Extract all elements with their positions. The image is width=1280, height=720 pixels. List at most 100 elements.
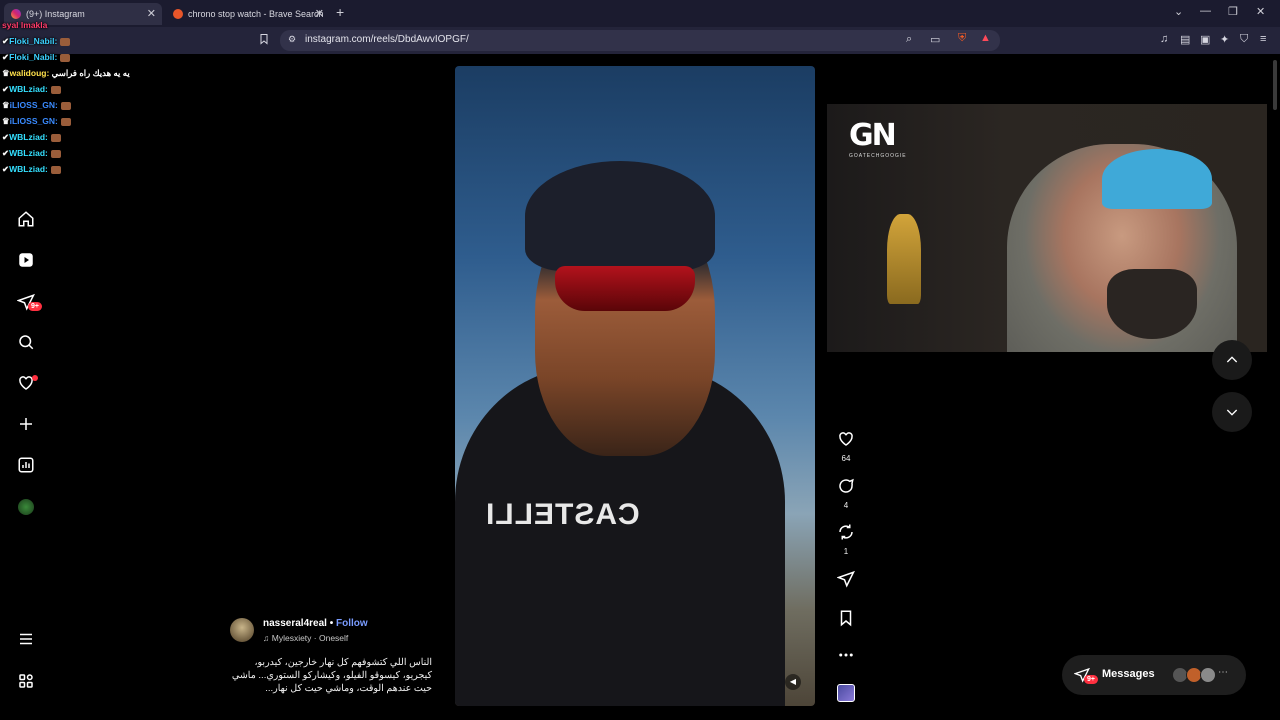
like-button[interactable]: 64: [836, 430, 856, 463]
tab-brave-search[interactable]: chrono stop watch - Brave Search ✕: [166, 3, 330, 25]
save-button[interactable]: [836, 609, 856, 632]
previous-reel-button[interactable]: [1212, 340, 1252, 380]
zoom-icon[interactable]: ⌕: [906, 33, 912, 46]
vpn-icon[interactable]: ⛉: [1240, 33, 1248, 46]
emote-icon: [50, 85, 61, 94]
streamer-beard: [1107, 269, 1197, 339]
tab-label: chrono stop watch - Brave Search: [188, 9, 324, 19]
emote-icon: [60, 53, 71, 62]
sidebar-toggle-icon[interactable]: ▤: [1180, 33, 1190, 46]
emote-icon: [50, 149, 61, 158]
home-icon[interactable]: [16, 209, 36, 229]
comment-count: 4: [843, 501, 849, 510]
brave-rewards-icon[interactable]: ▲: [980, 32, 991, 44]
tab-bar: (9+) Instagram ✕ chrono stop watch - Bra…: [0, 0, 1280, 27]
also-from-meta-icon[interactable]: [16, 671, 36, 691]
chat-line: ✔WBLziad:: [2, 164, 61, 175]
author-username-row: nasseral4real • Follow: [263, 618, 368, 629]
brave-shield-icon[interactable]: ⛨: [958, 32, 966, 45]
messages-button[interactable]: 9+ Messages ⋯: [1062, 655, 1246, 695]
caption-text: الناس اللي كتشوفهم كل نهار خارجين، كيدرب…: [231, 657, 432, 694]
repost-count: 1: [843, 547, 849, 556]
messages-badge: 9+: [1084, 675, 1098, 684]
brave-favicon-icon: [173, 9, 183, 19]
page-scrollbar[interactable]: [1272, 56, 1278, 716]
chevron-up-icon: [1226, 356, 1238, 363]
heart-icon: [839, 432, 853, 446]
tab-list-chevron-icon[interactable]: ⌄: [1174, 5, 1183, 18]
bookmark-icon[interactable]: [258, 33, 270, 48]
scrollbar-thumb[interactable]: [1273, 60, 1277, 110]
more-options-button[interactable]: [836, 646, 856, 669]
bookmark-icon: [840, 610, 852, 627]
emote-icon: [60, 117, 71, 126]
trophy-decoration: [887, 214, 921, 304]
volume-icon[interactable]: ◀: [785, 674, 801, 690]
more-contacts-icon: ⋯: [1218, 667, 1228, 678]
contact-avatar: [1200, 667, 1216, 683]
author-username[interactable]: nasseral4real: [263, 618, 327, 629]
audio-thumbnail[interactable]: [836, 684, 856, 707]
rider-helmet: [525, 161, 715, 271]
streamer-webcam: GN GOATECHGOOGIE: [827, 104, 1267, 352]
chat-line: ♛iLIOSS_GN:: [2, 100, 71, 111]
next-reel-button[interactable]: [1212, 392, 1252, 432]
search-icon[interactable]: [16, 332, 36, 352]
wallet-icon[interactable]: ▣: [1200, 33, 1210, 46]
dashboard-icon[interactable]: [16, 455, 36, 475]
like-count: 64: [841, 454, 851, 463]
notifications-badge: 9+: [28, 302, 42, 311]
browser-window: (9+) Instagram ✕ chrono stop watch - Bra…: [0, 0, 1280, 720]
chat-line: ✔WBLziad:: [2, 132, 61, 143]
emote-icon: [60, 101, 71, 110]
new-tab-icon[interactable]: +: [336, 4, 344, 20]
close-tab-icon[interactable]: ✕: [315, 3, 324, 25]
follow-button[interactable]: Follow: [336, 618, 368, 629]
audio-track[interactable]: ♫ Mylesxiety · Oneself: [263, 633, 348, 643]
emote-icon: [50, 133, 61, 142]
profile-avatar[interactable]: [16, 497, 36, 517]
close-window-icon[interactable]: ✕: [1256, 5, 1265, 18]
reels-icon[interactable]: [16, 250, 36, 270]
minimize-icon[interactable]: —: [1200, 5, 1211, 17]
chat-line: ✔Floki_Nabil:: [2, 52, 71, 63]
streamer-cap: [1102, 149, 1212, 209]
emote-icon: [60, 37, 71, 46]
repost-button[interactable]: 1: [836, 523, 856, 556]
repost-icon: [839, 524, 853, 540]
url-text: instagram.com/reels/DbdAwvIOPGF/: [305, 34, 469, 45]
tab-label: (9+) Instagram: [26, 9, 85, 19]
menu-icon[interactable]: ≡: [1260, 33, 1266, 45]
reel-video[interactable]: CASTELLI ◀: [455, 66, 815, 706]
share-icon: [836, 570, 855, 588]
maximize-icon[interactable]: ❐: [1228, 5, 1238, 18]
more-menu-icon[interactable]: [16, 629, 36, 649]
emote-icon: [50, 165, 61, 174]
leo-ai-icon[interactable]: ✦: [1220, 33, 1229, 46]
chevron-down-icon: [1226, 409, 1238, 416]
cast-icon[interactable]: ▭: [930, 33, 940, 46]
instagram-favicon-icon: [11, 9, 21, 19]
jersey-brand-text: CASTELLI: [485, 498, 640, 531]
create-plus-icon[interactable]: [16, 414, 36, 434]
chat-line: ✔WBLziad:: [2, 84, 61, 95]
channel-logo: GN GOATECHGOOGIE: [849, 118, 907, 159]
share-button[interactable]: [836, 570, 856, 593]
chat-line: ✔WBLziad:: [2, 148, 61, 159]
rider-sunglasses: [555, 266, 695, 311]
media-icon[interactable]: ♫: [1160, 33, 1168, 45]
author-avatar[interactable]: [230, 618, 254, 642]
notification-dot: [32, 375, 38, 381]
site-info-icon[interactable]: ⚙: [288, 34, 296, 45]
chat-line: ♛iLIOSS_GN:: [2, 116, 71, 127]
chat-line: ♛walidoug: يه يه هديك راه فراسي: [2, 68, 130, 78]
messages-label: Messages: [1102, 668, 1155, 680]
close-tab-icon[interactable]: ✕: [147, 3, 156, 25]
chat-line: ✔Floki_Nabil:: [2, 36, 71, 47]
chat-line: syal lmakla: [2, 20, 48, 30]
comment-button[interactable]: 4: [836, 477, 856, 510]
more-dots-icon: [839, 653, 853, 657]
address-bar-row: ⚙ instagram.com/reels/DbdAwvIOPGF/ ⌕ ▭ ⛨…: [0, 27, 1280, 54]
url-field[interactable]: ⚙ instagram.com/reels/DbdAwvIOPGF/ ⌕ ▭ ⛨…: [280, 30, 1000, 51]
comment-icon: [839, 478, 854, 493]
